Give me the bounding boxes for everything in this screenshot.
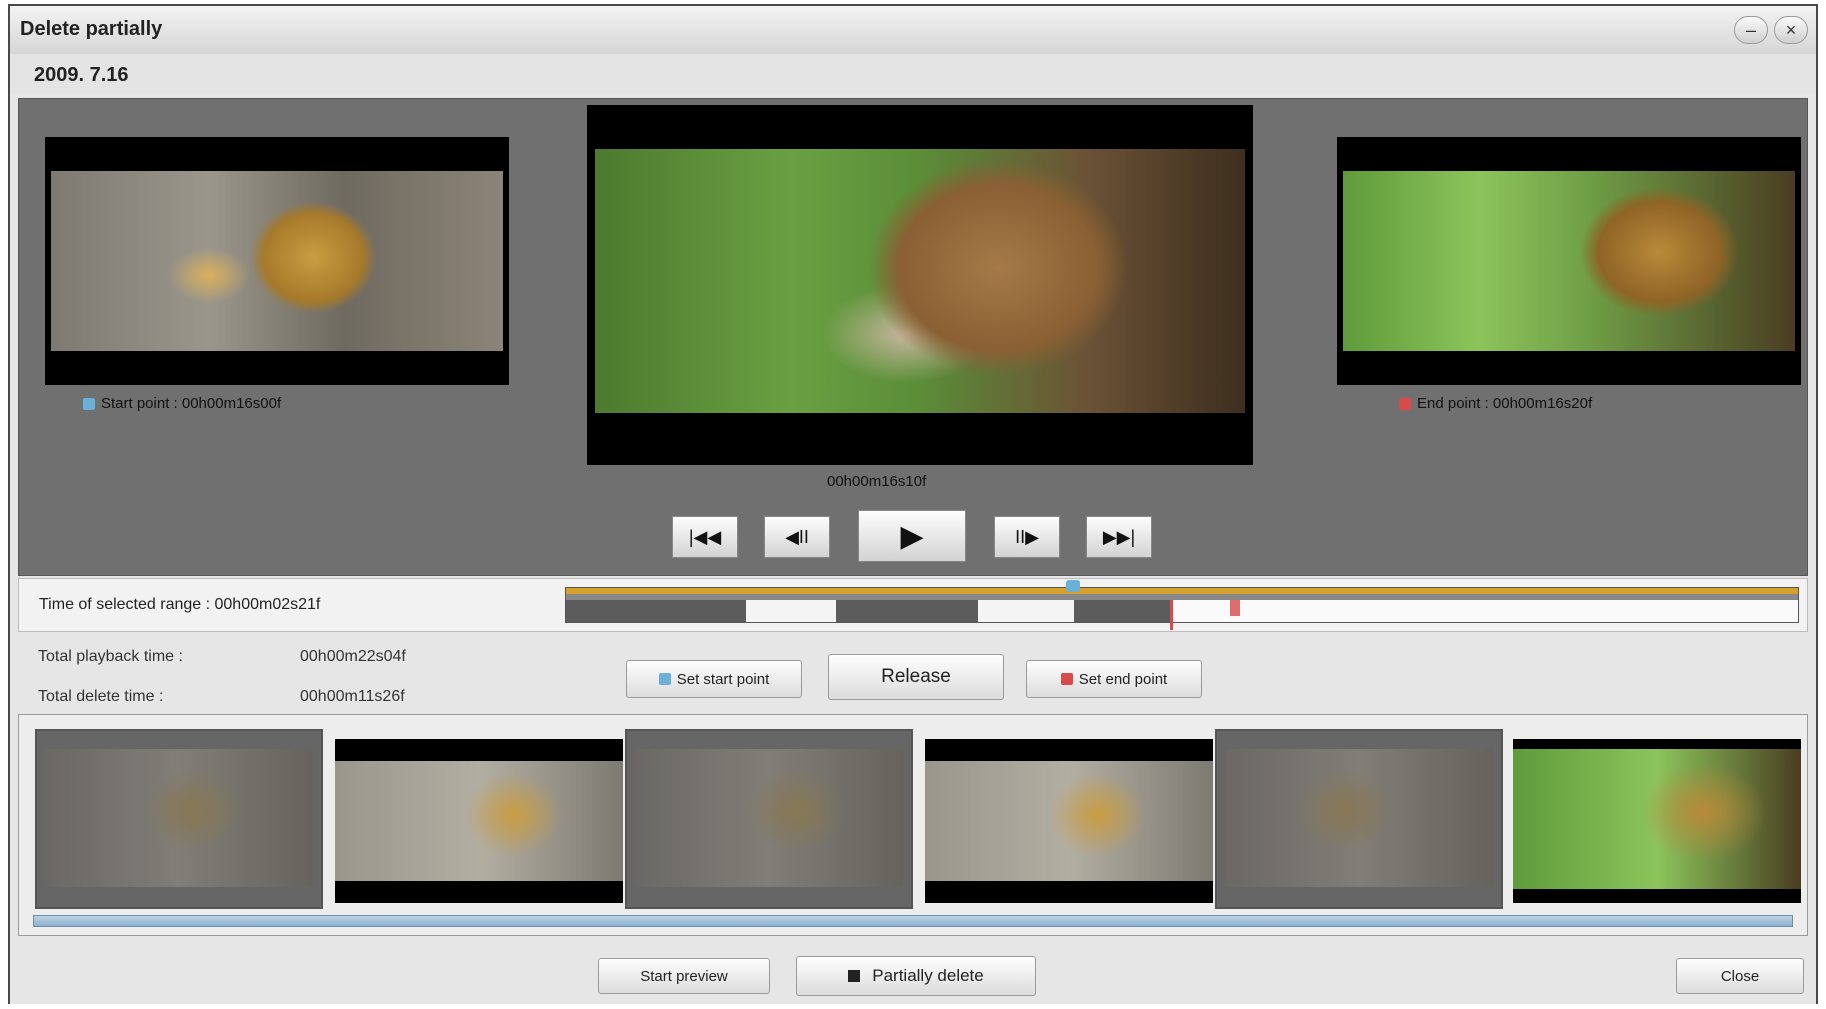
start-point-caption: Start point : 00h00m16s00f <box>83 395 281 412</box>
step-back-icon: ◀II <box>785 526 809 547</box>
filmstrip-thumbnail <box>1513 749 1801 889</box>
footer: Start preview Partially delete Close <box>10 942 1816 1004</box>
set-start-point-button[interactable]: Set start point <box>626 660 802 698</box>
filmstrip-frame[interactable] <box>925 739 1213 903</box>
total-delete-label: Total delete time : <box>38 688 164 705</box>
step-forward-button[interactable]: II▶ <box>994 516 1060 558</box>
first-frame-button[interactable]: |◀◀ <box>672 516 738 558</box>
end-range-marker[interactable] <box>1230 600 1240 616</box>
timeline-segment <box>746 600 836 622</box>
start-frame <box>45 137 509 385</box>
timeline-progress <box>566 588 1798 594</box>
end-point-caption: End point : 00h00m16s20f <box>1399 395 1592 412</box>
play-icon: ▶ <box>900 519 924 553</box>
main-preview <box>587 105 1253 465</box>
step-forward-icon: II▶ <box>1015 526 1039 547</box>
first-frame-icon: |◀◀ <box>688 526 722 547</box>
delete-partially-window: Delete partially – × 2009. 7.16 Start po… <box>8 4 1818 1004</box>
filmstrip-thumbnail <box>45 749 313 887</box>
close-button[interactable]: Close <box>1676 958 1804 994</box>
filmstrip-frame[interactable] <box>35 729 323 909</box>
timeline-segment <box>1170 600 1798 622</box>
release-button[interactable]: Release <box>828 654 1004 700</box>
total-playback-label: Total playback time : <box>38 648 183 665</box>
filmstrip-thumbnail <box>335 761 623 881</box>
filmstrip-frame[interactable] <box>335 739 623 903</box>
sub-header: 2009. 7.16 <box>10 54 1816 94</box>
step-back-button[interactable]: ◀II <box>764 516 830 558</box>
start-frame-image <box>51 171 503 351</box>
filmstrip <box>18 714 1808 936</box>
filmstrip-scrollbar[interactable] <box>33 915 1793 927</box>
total-playback-value: 00h00m22s04f <box>300 648 406 665</box>
last-frame-icon: ▶▶| <box>1102 526 1136 547</box>
range-row: Time of selected range : 00h00m02s21f <box>18 578 1808 632</box>
selected-range-time: Time of selected range : 00h00m02s21f <box>39 596 321 613</box>
start-range-marker[interactable] <box>1170 600 1180 630</box>
start-preview-button[interactable]: Start preview <box>598 958 770 994</box>
current-time: 00h00m16s10f <box>827 473 927 490</box>
end-frame <box>1337 137 1801 385</box>
timeline-segment <box>836 600 978 622</box>
close-icon[interactable]: × <box>1774 16 1808 44</box>
timeline-segment <box>566 600 746 622</box>
total-delete-value: 00h00m11s26f <box>300 688 405 705</box>
partially-delete-button[interactable]: Partially delete <box>796 956 1036 996</box>
preview-panel: Start point : 00h00m16s00f 00h00m16s10f … <box>18 98 1808 576</box>
recording-date: 2009. 7.16 <box>34 64 129 86</box>
playhead-handle[interactable] <box>1066 580 1080 592</box>
minimize-icon[interactable]: – <box>1734 16 1768 44</box>
end-marker-icon <box>1399 398 1411 411</box>
start-marker-icon <box>658 673 671 685</box>
timeline-segment <box>978 600 1074 622</box>
main-preview-image <box>595 149 1245 413</box>
timeline-track[interactable] <box>565 580 1799 630</box>
start-marker-icon <box>83 398 95 411</box>
title-bar: Delete partially – × <box>10 6 1816 55</box>
window-title: Delete partially <box>20 18 163 40</box>
timeline-segment <box>1074 600 1170 622</box>
play-button[interactable]: ▶ <box>858 510 966 562</box>
filmstrip-thumbnail <box>1225 749 1493 887</box>
last-frame-button[interactable]: ▶▶| <box>1086 516 1152 558</box>
end-marker-icon <box>1060 673 1073 685</box>
filmstrip-frame[interactable] <box>1215 729 1503 909</box>
filmstrip-thumbnail <box>635 749 903 887</box>
filmstrip-frame[interactable] <box>1513 739 1801 903</box>
set-end-point-button[interactable]: Set end point <box>1026 660 1202 698</box>
end-frame-image <box>1343 171 1795 351</box>
stop-square-icon <box>848 970 861 982</box>
filmstrip-frame[interactable] <box>625 729 913 909</box>
filmstrip-thumbnail <box>925 761 1213 881</box>
